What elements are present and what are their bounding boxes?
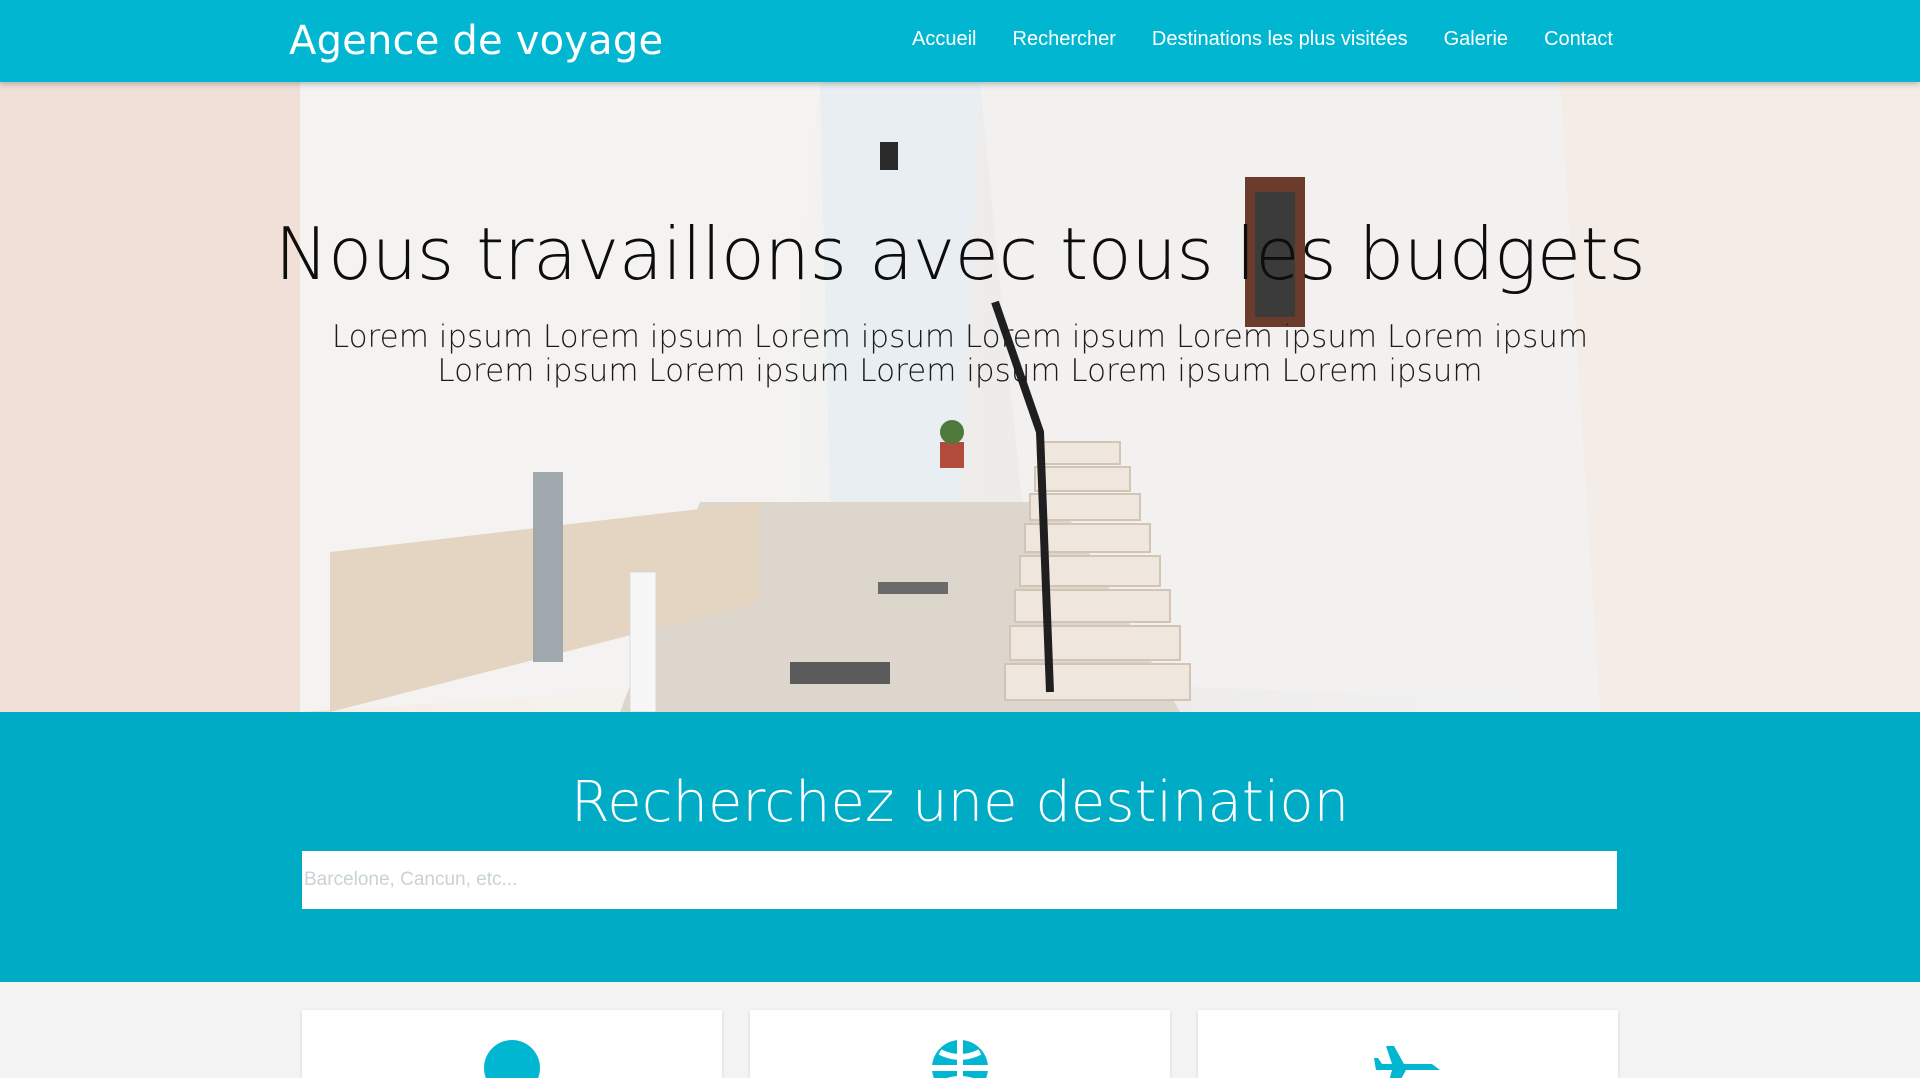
nav-item-contact[interactable]: Contact bbox=[1544, 28, 1613, 51]
hero-background-image bbox=[0, 82, 1920, 712]
brand-logo-text[interactable]: Agence de voyage bbox=[289, 18, 663, 64]
feature-card[interactable] bbox=[302, 1010, 722, 1078]
hero-subtitle: Lorem ipsum Lorem ipsum Lorem ipsum Lore… bbox=[331, 319, 1589, 389]
main-nav: Accueil Rechercher Destinations les plus… bbox=[912, 28, 1613, 51]
airplane-icon bbox=[1374, 1046, 1440, 1078]
destination-search-input[interactable] bbox=[302, 851, 1617, 909]
search-title: Recherchez une destination bbox=[570, 770, 1350, 835]
page: Agence de voyage Accueil Rechercher Dest… bbox=[0, 0, 1920, 1078]
map-pin-icon bbox=[484, 1040, 540, 1078]
feature-card[interactable] bbox=[1198, 1010, 1618, 1078]
hero-title: Nous travaillons avec tous les budgets bbox=[274, 212, 1646, 296]
nav-item-destinations[interactable]: Destinations les plus visitées bbox=[1152, 28, 1408, 51]
nav-item-rechercher[interactable]: Rechercher bbox=[1013, 28, 1116, 51]
features-section bbox=[0, 982, 1920, 1078]
nav-item-galerie[interactable]: Galerie bbox=[1444, 28, 1508, 51]
nav-item-accueil[interactable]: Accueil bbox=[912, 28, 976, 51]
hero-banner: Nous travaillons avec tous les budgets L… bbox=[0, 82, 1920, 712]
search-section: Recherchez une destination bbox=[0, 712, 1920, 982]
top-navbar: Agence de voyage Accueil Rechercher Dest… bbox=[0, 0, 1920, 82]
globe-icon bbox=[932, 1040, 988, 1078]
feature-card[interactable] bbox=[750, 1010, 1170, 1078]
